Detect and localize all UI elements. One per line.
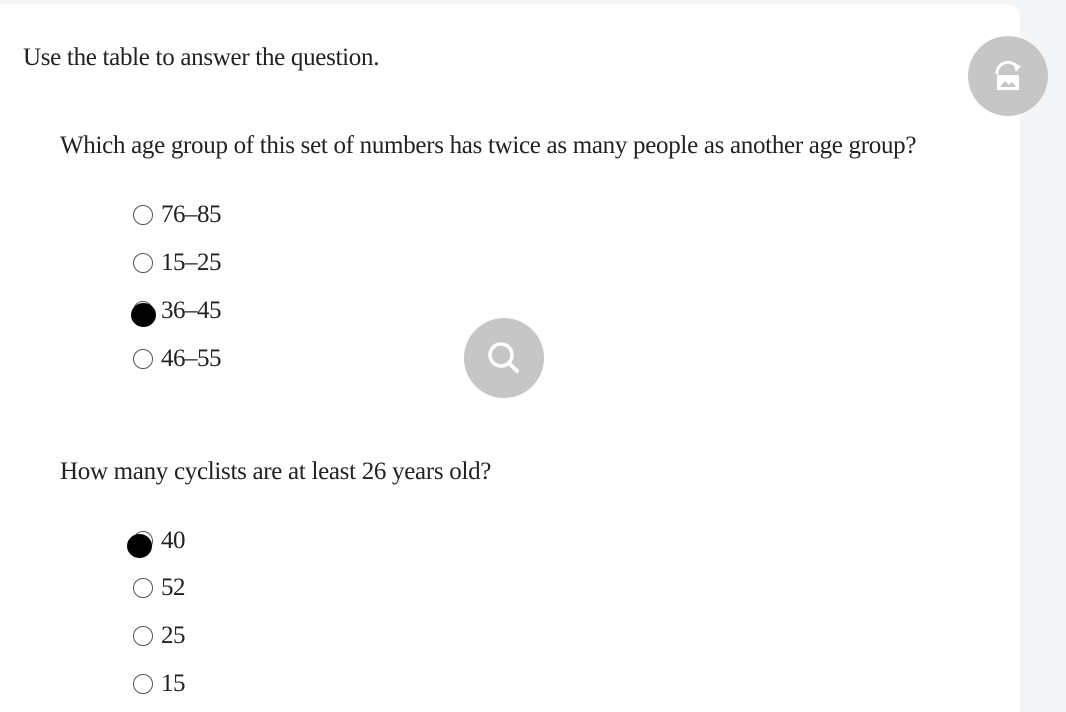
search-icon — [488, 342, 519, 373]
q1-option-1[interactable]: 76–85 — [133, 200, 222, 230]
rotate-image-button[interactable] — [968, 36, 1048, 116]
option-label: 40 — [161, 527, 186, 554]
instruction-text: Use the table to answer the question. — [23, 44, 380, 71]
q2-option-1[interactable]: 40 — [127, 526, 186, 558]
question-1-text: Which age group of this set of numbers h… — [60, 132, 917, 159]
radio-button[interactable] — [127, 531, 153, 558]
radio-button[interactable] — [133, 674, 153, 694]
option-label: 76–85 — [161, 201, 222, 228]
option-label: 46–55 — [161, 345, 222, 372]
radio-button[interactable] — [133, 578, 153, 598]
q1-option-2[interactable]: 15–25 — [133, 248, 222, 278]
q2-option-2[interactable]: 52 — [133, 573, 186, 603]
radio-button[interactable] — [133, 253, 153, 273]
option-label: 52 — [161, 574, 186, 601]
q2-option-4[interactable]: 15 — [133, 669, 186, 699]
q2-option-3[interactable]: 25 — [133, 621, 186, 651]
radio-button[interactable] — [133, 626, 153, 646]
radio-button[interactable] — [133, 349, 153, 369]
q1-option-4[interactable]: 46–55 — [133, 344, 222, 374]
option-label: 15 — [161, 670, 186, 697]
search-button[interactable] — [464, 318, 544, 398]
option-label: 15–25 — [161, 249, 222, 276]
q1-option-3[interactable]: 36–45 — [131, 296, 222, 327]
question-2-text: How many cyclists are at least 26 years … — [60, 458, 492, 485]
radio-button[interactable] — [131, 301, 156, 327]
option-label: 36–45 — [161, 297, 222, 324]
option-label: 25 — [161, 622, 186, 649]
radio-button[interactable] — [133, 205, 153, 225]
rotate-image-icon — [995, 60, 1021, 90]
